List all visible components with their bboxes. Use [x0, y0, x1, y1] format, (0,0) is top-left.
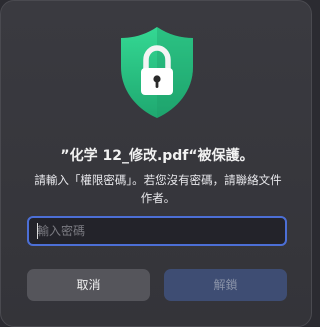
password-dialog: ”化学 12_修改.pdf“被保護。 請輸入「權限密碼」。若您沒有密碼，請聯絡文…	[0, 0, 312, 327]
unlock-button[interactable]: 解鎖	[164, 269, 287, 301]
shield-lock-icon	[121, 27, 193, 118]
cancel-button[interactable]: 取消	[27, 269, 150, 301]
dialog-message: 請輸入「權限密碼」。若您沒有密碼，請聯絡文件作者。	[34, 173, 282, 205]
dialog-title: ”化学 12_修改.pdf“被保護。	[60, 148, 254, 164]
password-input[interactable]	[27, 216, 287, 246]
text-caret	[37, 223, 38, 239]
